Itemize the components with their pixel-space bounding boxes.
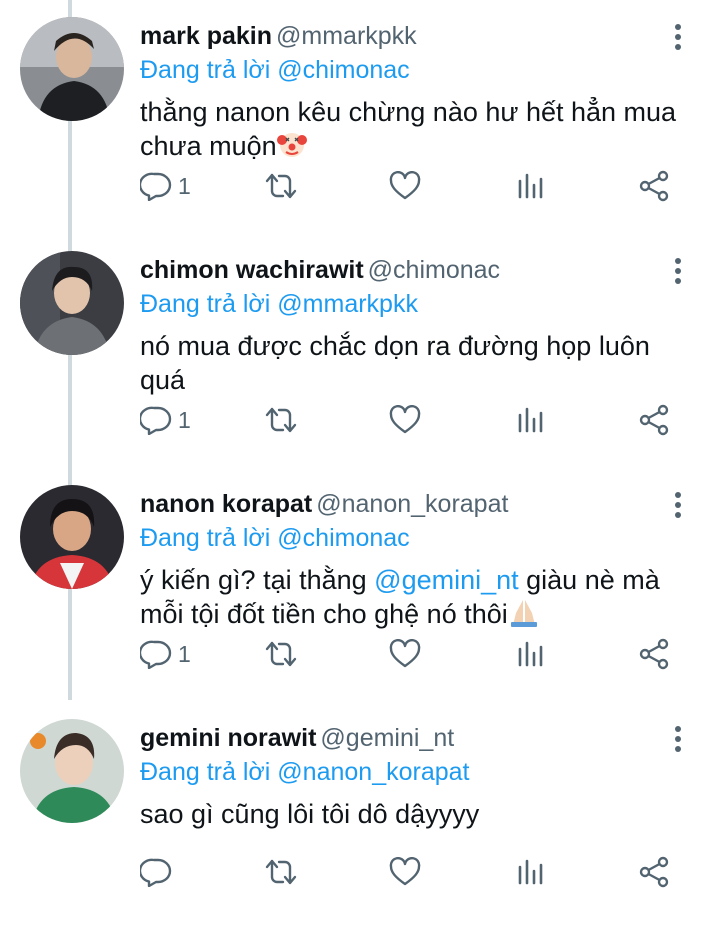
more-options-icon[interactable] [670, 490, 686, 520]
retweet-icon [265, 859, 297, 885]
view-analytics-button[interactable] [516, 852, 544, 892]
replying-to-label: Đang trả lời [140, 56, 271, 84]
user-handle[interactable]: @nanon_korapat [316, 490, 508, 518]
tweet-text: nó mua được chắc dọn ra đường họp luôn q… [140, 329, 700, 397]
analytics-icon [518, 407, 543, 433]
avatar[interactable] [20, 17, 124, 121]
replying-to-line: Đang trả lời @chimonac [140, 521, 410, 555]
share-button[interactable] [638, 634, 670, 674]
share-button[interactable] [638, 400, 670, 440]
reply-button[interactable]: 1 [140, 634, 191, 674]
avatar[interactable] [20, 719, 124, 823]
retweet-button[interactable] [263, 852, 299, 892]
like-button[interactable] [389, 634, 421, 674]
tweet-actions: 1 [0, 634, 720, 674]
avatar[interactable] [20, 485, 124, 589]
folded-hands-icon [508, 597, 540, 635]
replying-to-label: Đang trả lời [140, 524, 271, 552]
analytics-icon [518, 859, 543, 885]
reply-button[interactable] [140, 852, 172, 892]
tweet-text: thằng nanon kêu chừng nào hư hết hẳn mua… [140, 95, 700, 167]
reply-icon [140, 172, 172, 201]
view-analytics-button[interactable] [516, 166, 544, 206]
share-icon [639, 638, 669, 670]
tweet[interactable]: gemini norawit @gemini_nt Đang trả lời @n… [0, 702, 720, 936]
clown-face-icon [276, 129, 307, 167]
user-handle[interactable]: @gemini_nt [320, 724, 454, 752]
share-icon [639, 170, 669, 202]
tweet-text: sao gì cũng lôi tôi dô dậyyyy [140, 797, 700, 831]
retweet-button[interactable] [263, 634, 299, 674]
tweet-text-body: thằng nanon kêu chừng nào hư hết hẳn mua… [140, 97, 677, 161]
avatar[interactable] [20, 251, 124, 355]
display-name[interactable]: gemini norawit [140, 724, 316, 752]
replying-to-line: Đang trả lời @chimonac [140, 53, 410, 87]
heart-icon [389, 405, 421, 434]
tweet-header: mark pakin @mmarkpkk [140, 19, 417, 53]
like-button[interactable] [389, 400, 421, 440]
tweet[interactable]: chimon wachirawit @chimonac Đang trả lời … [0, 234, 720, 468]
reply-count: 1 [178, 406, 191, 433]
heart-icon [389, 639, 421, 668]
tweet-text-body: sao gì cũng lôi tôi dô dậyyyy [140, 799, 480, 829]
tweet-actions [0, 852, 720, 892]
tweet-header: nanon korapat @nanon_korapat [140, 487, 508, 521]
reply-button[interactable]: 1 [140, 166, 191, 206]
share-button[interactable] [638, 166, 670, 206]
heart-icon [389, 857, 421, 886]
display-name[interactable]: nanon korapat [140, 490, 312, 518]
more-options-icon[interactable] [670, 724, 686, 754]
share-icon [639, 404, 669, 436]
heart-icon [389, 171, 421, 200]
replying-to-mention[interactable]: @chimonac [277, 524, 409, 552]
user-handle[interactable]: @chimonac [368, 256, 500, 284]
like-button[interactable] [389, 166, 421, 206]
tweet-text: ý kiến gì? tại thằng @gemini_nt giàu nè … [140, 563, 700, 635]
replying-to-line: Đang trả lời @mmarkpkk [140, 287, 418, 321]
tweet[interactable]: nanon korapat @nanon_korapat Đang trả lời… [0, 468, 720, 702]
analytics-icon [518, 173, 543, 199]
retweet-button[interactable] [263, 400, 299, 440]
replying-to-line: Đang trả lời @nanon_korapat [140, 755, 469, 789]
user-handle[interactable]: @mmarkpkk [276, 22, 417, 50]
reply-button[interactable]: 1 [140, 400, 191, 440]
tweet-actions: 1 [0, 166, 720, 206]
tweet-header: gemini norawit @gemini_nt [140, 721, 454, 755]
retweet-icon [265, 641, 297, 667]
display-name[interactable]: chimon wachirawit [140, 256, 364, 284]
replying-to-label: Đang trả lời [140, 758, 271, 786]
more-options-icon[interactable] [670, 22, 686, 52]
like-button[interactable] [389, 852, 421, 892]
tweet-header: chimon wachirawit @chimonac [140, 253, 500, 287]
view-analytics-button[interactable] [516, 634, 544, 674]
retweet-icon [265, 173, 297, 199]
reply-icon [140, 858, 172, 887]
replying-to-mention[interactable]: @nanon_korapat [277, 758, 469, 786]
share-icon [639, 856, 669, 888]
display-name[interactable]: mark pakin [140, 22, 272, 50]
view-analytics-button[interactable] [516, 400, 544, 440]
reply-count: 1 [178, 640, 191, 667]
analytics-icon [518, 641, 543, 667]
tweet-actions: 1 [0, 400, 720, 440]
replying-to-label: Đang trả lời [140, 290, 271, 318]
retweet-button[interactable] [263, 166, 299, 206]
reply-thread: mark pakin @mmarkpkk Đang trả lời @chimon… [0, 0, 720, 893]
tweet-text-mention[interactable]: @gemini_nt [374, 565, 518, 595]
tweet-text-body: nó mua được chắc dọn ra đường họp luôn q… [140, 331, 650, 395]
more-options-icon[interactable] [670, 256, 686, 286]
replying-to-mention[interactable]: @mmarkpkk [277, 290, 418, 318]
reply-icon [140, 640, 172, 669]
tweet-text-body: ý kiến gì? tại thằng [140, 565, 375, 595]
tweet[interactable]: mark pakin @mmarkpkk Đang trả lời @chimon… [0, 0, 720, 234]
reply-icon [140, 406, 172, 435]
reply-count: 1 [178, 172, 191, 199]
retweet-icon [265, 407, 297, 433]
share-button[interactable] [638, 852, 670, 892]
replying-to-mention[interactable]: @chimonac [277, 56, 409, 84]
